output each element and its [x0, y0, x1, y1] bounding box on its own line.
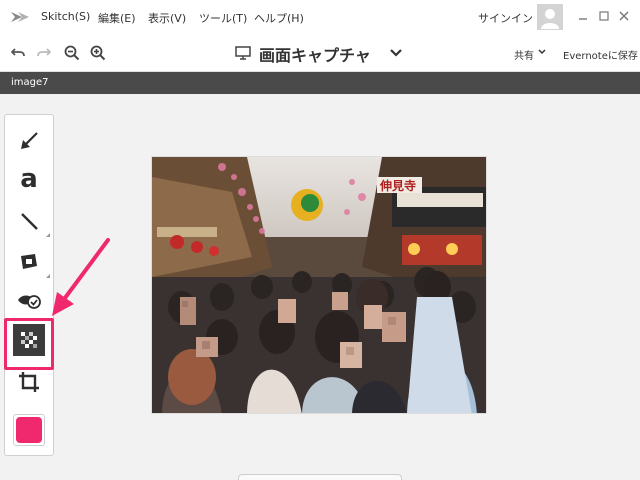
tool-panel: a	[4, 114, 54, 456]
color-picker[interactable]	[13, 414, 45, 446]
skitch-logo-icon	[11, 12, 29, 22]
page-title: 画面キャプチャ	[259, 46, 371, 65]
zoom-in-icon[interactable]	[90, 45, 106, 61]
maximize-icon[interactable]	[597, 9, 611, 23]
share-chevron-icon[interactable]	[538, 48, 546, 56]
arrow-tool[interactable]	[13, 125, 45, 157]
user-icon	[541, 9, 559, 29]
pixelate-tool-highlight	[4, 318, 54, 370]
menu-help[interactable]: ヘルプ(H)	[254, 10, 304, 26]
undo-icon[interactable]	[10, 45, 26, 61]
close-icon[interactable]	[617, 9, 631, 23]
captured-photo[interactable]: 伸見寺	[151, 156, 487, 414]
avatar[interactable]	[537, 4, 563, 30]
toolbar: 画面キャプチャ 共有 Evernoteに保存	[0, 34, 640, 72]
highlighter-tool[interactable]	[13, 284, 45, 316]
save-to-evernote-button[interactable]: Evernoteに保存	[563, 47, 638, 62]
menu-tools[interactable]: ツール(T)	[199, 10, 247, 26]
filename-label: image7	[11, 77, 49, 88]
filename-bar: image7	[0, 72, 640, 94]
zoom-out-icon[interactable]	[64, 45, 80, 61]
eye-check-icon	[18, 295, 41, 309]
stamp-tool[interactable]	[13, 246, 50, 278]
menu-view[interactable]: 表示(V)	[148, 10, 186, 26]
line-tool[interactable]	[13, 205, 50, 237]
text-tool[interactable]: a	[13, 163, 45, 195]
chevron-down-icon[interactable]	[388, 45, 404, 61]
crop-icon	[19, 372, 39, 392]
current-color-swatch	[16, 417, 42, 443]
line-icon	[21, 213, 38, 230]
menu-skitch[interactable]: Skitch(S)	[41, 10, 90, 23]
signin-link[interactable]: サインイン	[478, 10, 533, 26]
share-button[interactable]: 共有	[514, 47, 534, 62]
arrow-down-left-icon	[21, 132, 38, 149]
redo-icon[interactable]	[36, 45, 52, 61]
crop-tool[interactable]	[13, 366, 45, 398]
annotation-arrow-icon	[52, 238, 110, 316]
bottom-panel-handle[interactable]	[238, 474, 402, 480]
menu-edit[interactable]: 編集(E)	[98, 10, 136, 26]
monitor-icon	[235, 46, 251, 60]
photo-image: 伸見寺	[152, 157, 486, 413]
stamp-icon	[21, 254, 37, 269]
minimize-icon[interactable]	[576, 9, 590, 23]
text-a-icon: a	[20, 164, 38, 194]
shop-sign-text: 伸見寺	[379, 178, 416, 193]
menu-bar: Skitch(S) 編集(E) 表示(V) ツール(T) ヘルプ(H) サインイ…	[0, 0, 640, 34]
